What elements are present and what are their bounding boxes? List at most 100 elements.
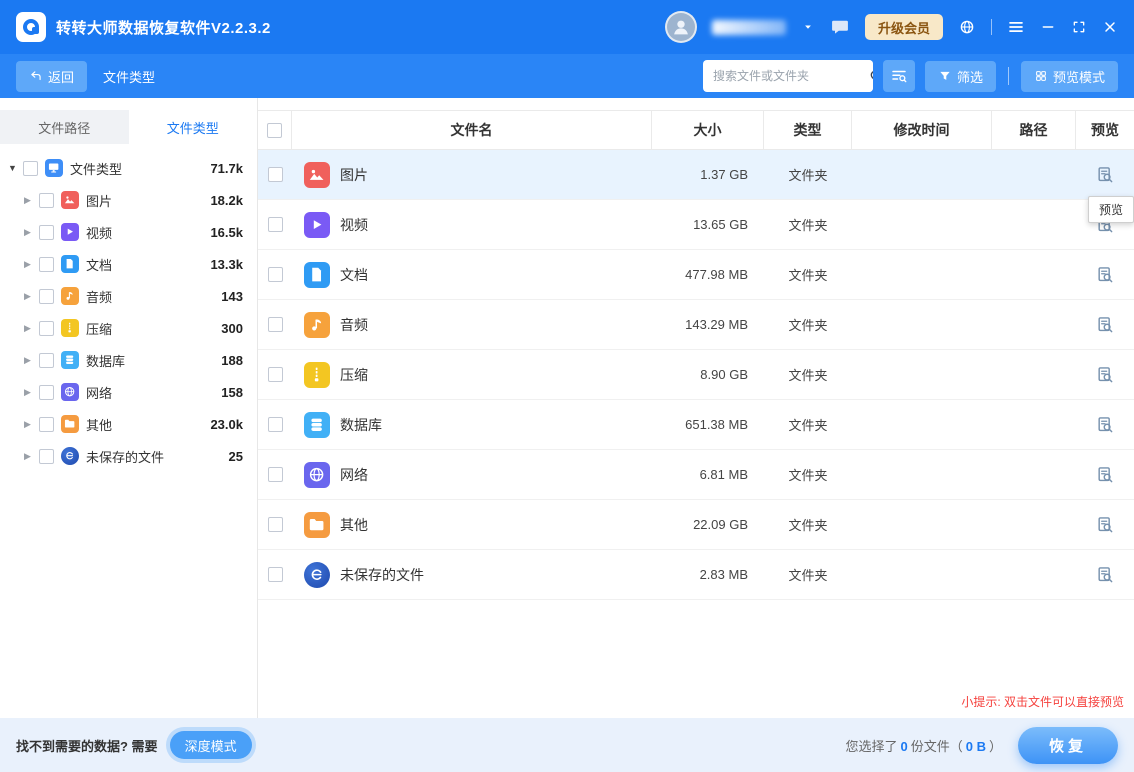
tree-item-count: 188	[221, 353, 243, 368]
tree-item-audio[interactable]: ▶ 音频 143	[0, 280, 257, 312]
file-size: 143.29 MB	[652, 317, 764, 332]
header-preview: 预览	[1076, 111, 1134, 149]
file-type: 文件夹	[764, 565, 852, 584]
tree-checkbox[interactable]	[39, 449, 54, 464]
expand-arrow-icon[interactable]: ▶	[24, 195, 39, 206]
preview-icon[interactable]	[1095, 365, 1115, 385]
expand-arrow-icon[interactable]: ▶	[24, 323, 39, 334]
file-name: 未保存的文件	[340, 565, 424, 585]
file-type: 文件夹	[764, 315, 852, 334]
file-name: 图片	[340, 165, 368, 185]
search-input[interactable]	[703, 69, 868, 83]
tree-checkbox[interactable]	[39, 289, 54, 304]
maximize-icon[interactable]	[1071, 19, 1087, 35]
unsaved-icon	[304, 562, 330, 588]
filter-button[interactable]: 筛选	[925, 61, 996, 92]
expand-arrow-icon[interactable]: ▶	[24, 227, 39, 238]
user-avatar[interactable]	[665, 11, 697, 43]
expand-arrow-icon[interactable]: ▶	[24, 451, 39, 462]
monitor-icon	[45, 159, 63, 177]
table-row-network[interactable]: 网络 6.81 MB 文件夹	[258, 450, 1134, 500]
row-checkbox[interactable]	[268, 267, 283, 282]
customer-service-icon[interactable]	[830, 17, 850, 37]
database-icon	[61, 351, 79, 369]
row-checkbox[interactable]	[268, 167, 283, 182]
tree-checkbox[interactable]	[39, 385, 54, 400]
table-row-database[interactable]: 数据库 651.38 MB 文件夹	[258, 400, 1134, 450]
table-row-unsaved[interactable]: 未保存的文件 2.83 MB 文件夹	[258, 550, 1134, 600]
tree-item-unsaved[interactable]: ▶ 未保存的文件 25	[0, 440, 257, 472]
collapse-arrow-icon[interactable]: ▼	[8, 163, 23, 173]
tree-item-documents[interactable]: ▶ 文档 13.3k	[0, 248, 257, 280]
row-checkbox[interactable]	[268, 367, 283, 382]
file-name: 文档	[340, 265, 368, 285]
table-row-videos[interactable]: 视频 13.65 GB 文件夹	[258, 200, 1134, 250]
expand-arrow-icon[interactable]: ▶	[24, 259, 39, 270]
header-filename: 文件名	[292, 111, 652, 149]
tree-item-label: 文档	[86, 255, 112, 274]
table-row-archives[interactable]: 压缩 8.90 GB 文件夹	[258, 350, 1134, 400]
file-name: 网络	[340, 465, 368, 485]
preview-icon[interactable]	[1095, 565, 1115, 585]
video-icon	[304, 212, 330, 238]
tree-item-count: 158	[221, 385, 243, 400]
tree-item-archives[interactable]: ▶ 压缩 300	[0, 312, 257, 344]
tab-file-type[interactable]: 文件类型	[129, 110, 258, 144]
tree-item-network[interactable]: ▶ 网络 158	[0, 376, 257, 408]
user-menu-caret-icon[interactable]	[801, 20, 815, 34]
tree-checkbox[interactable]	[39, 193, 54, 208]
globe-sync-icon[interactable]	[958, 18, 976, 36]
row-checkbox[interactable]	[268, 217, 283, 232]
select-all-checkbox[interactable]	[267, 123, 282, 138]
recover-button[interactable]: 恢复	[1018, 727, 1118, 764]
row-checkbox[interactable]	[268, 417, 283, 432]
list-search-button[interactable]	[883, 60, 915, 92]
preview-icon[interactable]	[1095, 415, 1115, 435]
expand-arrow-icon[interactable]: ▶	[24, 291, 39, 302]
tree-checkbox[interactable]	[39, 353, 54, 368]
table-row-other[interactable]: 其他 22.09 GB 文件夹	[258, 500, 1134, 550]
preview-icon[interactable]	[1095, 315, 1115, 335]
tab-file-path[interactable]: 文件路径	[0, 110, 129, 144]
table-row-audio[interactable]: 音频 143.29 MB 文件夹	[258, 300, 1134, 350]
tree-item-other[interactable]: ▶ 其他 23.0k	[0, 408, 257, 440]
expand-arrow-icon[interactable]: ▶	[24, 419, 39, 430]
file-type: 文件夹	[764, 265, 852, 284]
tree-item-root[interactable]: ▼ 文件类型 71.7k	[0, 152, 257, 184]
funnel-icon	[938, 69, 952, 83]
preview-icon[interactable]	[1095, 465, 1115, 485]
row-checkbox[interactable]	[268, 317, 283, 332]
preview-mode-button[interactable]: 预览模式	[1021, 61, 1118, 92]
back-button[interactable]: 返回	[16, 61, 87, 92]
search-icon[interactable]	[868, 60, 873, 92]
grid-icon	[1034, 69, 1048, 83]
minimize-icon[interactable]	[1040, 19, 1056, 35]
tree-checkbox[interactable]	[39, 417, 54, 432]
app-logo-icon	[16, 12, 46, 42]
tree-item-label: 未保存的文件	[86, 447, 164, 466]
upgrade-member-button[interactable]: 升级会员	[865, 14, 943, 40]
file-name: 视频	[340, 215, 368, 235]
tree-checkbox[interactable]	[23, 161, 38, 176]
database-icon	[304, 412, 330, 438]
preview-icon[interactable]	[1095, 515, 1115, 535]
tree-checkbox[interactable]	[39, 257, 54, 272]
tree-item-images[interactable]: ▶ 图片 18.2k	[0, 184, 257, 216]
preview-icon[interactable]	[1095, 265, 1115, 285]
tree-item-videos[interactable]: ▶ 视频 16.5k	[0, 216, 257, 248]
table-row-images[interactable]: 图片 1.37 GB 文件夹	[258, 150, 1134, 200]
expand-arrow-icon[interactable]: ▶	[24, 387, 39, 398]
tree-checkbox[interactable]	[39, 225, 54, 240]
expand-arrow-icon[interactable]: ▶	[24, 355, 39, 366]
row-checkbox[interactable]	[268, 517, 283, 532]
zip-icon	[61, 319, 79, 337]
tree-checkbox[interactable]	[39, 321, 54, 336]
deep-mode-button[interactable]: 深度模式	[170, 731, 252, 759]
tree-item-database[interactable]: ▶ 数据库 188	[0, 344, 257, 376]
menu-icon[interactable]	[1007, 18, 1025, 36]
preview-icon[interactable]	[1095, 165, 1115, 185]
table-row-documents[interactable]: 文档 477.98 MB 文件夹	[258, 250, 1134, 300]
close-icon[interactable]	[1102, 19, 1118, 35]
row-checkbox[interactable]	[268, 467, 283, 482]
row-checkbox[interactable]	[268, 567, 283, 582]
